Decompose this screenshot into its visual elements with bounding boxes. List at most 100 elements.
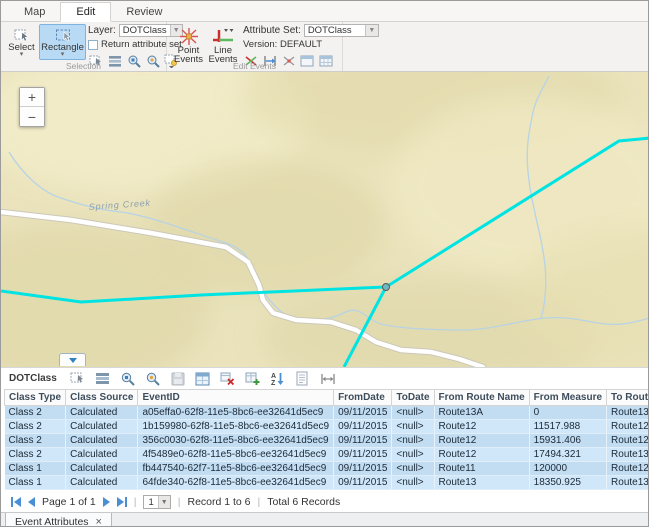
- pan-to-record-icon[interactable]: [145, 371, 161, 387]
- total-records-text: Total 6 Records: [267, 496, 340, 508]
- table-cell: Calculated: [66, 406, 138, 420]
- edit-events-group-label: Edit Events: [167, 61, 342, 71]
- selection-group: Select ▾ Rectangle ▾ Layer: DOTClass ▼: [1, 22, 167, 71]
- table-cell: Route12: [434, 434, 529, 448]
- ribbon: Select ▾ Rectangle ▾ Layer: DOTClass ▼: [1, 22, 648, 72]
- table-cell: Class 1: [5, 462, 66, 476]
- column-header[interactable]: Class Source: [66, 390, 138, 406]
- select-button[interactable]: Select ▾: [6, 24, 37, 60]
- page-number-dropdown-arrow-icon[interactable]: ▼: [158, 496, 170, 508]
- tab-map[interactable]: Map: [9, 3, 60, 21]
- column-header[interactable]: ToDate: [392, 390, 434, 406]
- select-dropdown-caret[interactable]: ▾: [20, 53, 24, 57]
- table-cell: <null>: [392, 476, 434, 490]
- table-cell: Route12: [607, 420, 649, 434]
- tab-review[interactable]: Review: [111, 3, 177, 21]
- table-row[interactable]: Class 2Calculated1b159980-62f8-11e5-8bc6…: [5, 420, 649, 434]
- table-toolbar: DOTClass: [1, 367, 648, 389]
- rectangle-button[interactable]: Rectangle ▾: [39, 24, 86, 60]
- attribute-set-dropdown-arrow-icon[interactable]: ▼: [365, 25, 378, 36]
- close-tab-icon[interactable]: ×: [96, 517, 102, 527]
- separator: |: [178, 496, 181, 508]
- table-cell: fb447540-62f7-11e5-8bc6-ee32641d5ec9: [138, 462, 334, 476]
- table-row[interactable]: Class 1Calculated64fde340-62f8-11e5-8bc6…: [5, 476, 649, 490]
- table-cell: Route12: [607, 462, 649, 476]
- column-width-icon[interactable]: [320, 371, 336, 387]
- last-page-button[interactable]: [117, 497, 127, 507]
- record-range-text: Record 1 to 6: [187, 496, 250, 508]
- route-junction-vertex[interactable]: [383, 284, 390, 291]
- zoom-out-button[interactable]: −: [20, 107, 44, 126]
- table-row[interactable]: Class 2Calculated4f5489e0-62f8-11e5-8bc6…: [5, 448, 649, 462]
- layer-label: Layer:: [88, 25, 116, 36]
- svg-text:A: A: [271, 373, 276, 380]
- zoom-in-button[interactable]: +: [20, 88, 44, 107]
- table-cell: Route12: [434, 448, 529, 462]
- page-number-value: 1: [144, 496, 157, 508]
- column-header[interactable]: FromDate: [334, 390, 392, 406]
- table-row[interactable]: Class 1Calculatedfb447540-62f7-11e5-8bc6…: [5, 462, 649, 476]
- save-edits-icon[interactable]: [170, 371, 186, 387]
- select-records-icon[interactable]: [70, 371, 86, 387]
- table-cell: a05effa0-62f8-11e5-8bc6-ee32641d5ec9: [138, 406, 334, 420]
- table-cell: 09/11/2015: [334, 406, 392, 420]
- page-number-select[interactable]: 1 ▼: [143, 495, 170, 509]
- page-text: Page 1 of 1: [42, 496, 96, 508]
- delete-record-icon[interactable]: [220, 371, 236, 387]
- edit-events-group: Point Events Line Events Attribute Set: …: [167, 22, 343, 71]
- table-cell: Class 2: [5, 434, 66, 448]
- map-view[interactable]: Spring Creek + −: [1, 72, 649, 367]
- attribute-set-label: Attribute Set:: [243, 25, 301, 36]
- attribute-set-dropdown[interactable]: DOTClass ▼: [304, 24, 379, 37]
- column-header[interactable]: To Route Name: [607, 390, 649, 406]
- event-attributes-panel: DOTClass: [1, 367, 648, 512]
- panel-collapse-handle[interactable]: [59, 353, 86, 366]
- separator: |: [258, 496, 261, 508]
- table-cell: Calculated: [66, 434, 138, 448]
- tab-event-attributes[interactable]: Event Attributes ×: [5, 513, 112, 527]
- column-header[interactable]: From Measure: [529, 390, 606, 406]
- table-row[interactable]: Class 2Calculateda05effa0-62f8-11e5-8bc6…: [5, 406, 649, 420]
- column-header[interactable]: Class Type: [5, 390, 66, 406]
- attribute-window-icon[interactable]: [195, 371, 211, 387]
- table-cell: Route13: [434, 476, 529, 490]
- select-tool-icon: [14, 27, 29, 42]
- next-page-button[interactable]: [103, 497, 110, 507]
- sort-records-icon[interactable]: AZ: [270, 371, 286, 387]
- event-attributes-tab-label: Event Attributes: [15, 516, 89, 527]
- map-canvas: Spring Creek: [1, 72, 649, 367]
- svg-text:Z: Z: [271, 380, 276, 386]
- table-cell: 1b159980-62f8-11e5-8bc6-ee32641d5ec9: [138, 420, 334, 434]
- table-cell: Calculated: [66, 420, 138, 434]
- table-cell: 11517.988: [529, 420, 606, 434]
- first-page-button[interactable]: [11, 497, 21, 507]
- attribute-set-value: DOTClass: [305, 25, 365, 36]
- table-cell: Class 2: [5, 406, 66, 420]
- return-attribute-set-checkbox[interactable]: [88, 40, 98, 50]
- table-row[interactable]: Class 2Calculated356c0030-62f8-11e5-8bc6…: [5, 434, 649, 448]
- version-text: Version: DEFAULT: [243, 38, 379, 51]
- collapse-arrow-icon: [69, 358, 77, 363]
- rectangle-dropdown-caret[interactable]: ▾: [61, 53, 65, 57]
- separator: |: [134, 496, 137, 508]
- table-cell: 09/11/2015: [334, 434, 392, 448]
- table-cell: <null>: [392, 406, 434, 420]
- table-cell: Route13: [607, 476, 649, 490]
- table-header-row: Class TypeClass SourceEventIDFromDateToD…: [5, 390, 649, 406]
- tab-edit[interactable]: Edit: [60, 2, 111, 22]
- switch-selection-icon[interactable]: [95, 371, 111, 387]
- column-header[interactable]: EventID: [138, 390, 334, 406]
- report-icon[interactable]: [295, 371, 311, 387]
- previous-page-button[interactable]: [28, 497, 35, 507]
- pagination-bar: Page 1 of 1 | 1 ▼ | Record 1 to 6 | Tota…: [1, 492, 648, 512]
- table-cell: Route13: [607, 448, 649, 462]
- event-editor-window: Map Edit Review Select ▾ Rectangle ▾: [0, 0, 649, 527]
- table-cell: Calculated: [66, 462, 138, 476]
- ribbon-empty-space: [343, 22, 648, 71]
- table-cell: 4f5489e0-62f8-11e5-8bc6-ee32641d5ec9: [138, 448, 334, 462]
- ribbon-tab-bar: Map Edit Review: [1, 1, 648, 22]
- table-cell: Calculated: [66, 476, 138, 490]
- zoom-to-record-icon[interactable]: [120, 371, 136, 387]
- column-header[interactable]: From Route Name: [434, 390, 529, 406]
- add-record-icon[interactable]: [245, 371, 261, 387]
